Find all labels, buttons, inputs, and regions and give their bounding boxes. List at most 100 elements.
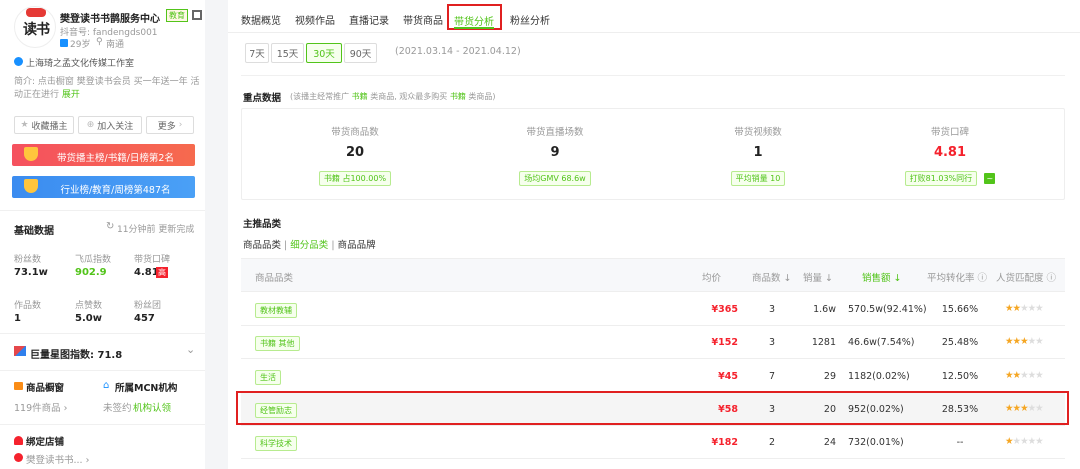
star-icon: ★ [1020,336,1028,347]
more-label: 更多 [157,121,176,132]
chevron-down-icon[interactable]: ⌄ [186,343,195,356]
divider [0,370,205,371]
tab-fans[interactable]: 粉丝分析 [510,12,550,27]
row-revenue: 952(0.02%) [848,404,904,415]
fans-value: 73.1w [14,267,48,278]
follow-button[interactable]: ⊕ 加入关注 [78,116,142,134]
row-price: ¥45 [718,371,738,382]
divider [0,333,205,334]
row-count: 3 [768,337,776,348]
likes-label: 点赞数 [75,301,103,311]
col-sales[interactable]: 销量 ↓ [803,270,833,284]
shop-window-value[interactable]: 119件商品 › [14,400,67,414]
row-count: 3 [768,304,776,315]
row-sales: 29 [823,371,836,382]
store-icon [14,436,23,445]
range-90d[interactable]: 90天 [344,43,377,63]
row-revenue: 1182(0.02%) [848,371,910,382]
row-conversion: 12.50% [941,371,979,382]
tab-videos[interactable]: 视频作品 [295,12,335,27]
update-status: 11分钟前 更新完成 [117,225,195,235]
category-tag-text: 教材教辅 [255,303,297,318]
edu-badge: 教育 [166,9,188,22]
star-icon: ★ [1020,370,1028,381]
col-category: 商品品类 [255,273,294,284]
category-tag[interactable]: 经管励志 [255,403,297,418]
subtab-subcategory[interactable]: 细分品类 [290,240,328,251]
shop-window-label: 商品橱窗 [26,383,65,394]
card-video-tag: 平均销量 10 [658,171,858,186]
star-icon: ★ [1035,436,1043,447]
range-7d[interactable]: 7天 [245,43,269,63]
col-revenue[interactable]: 销售额 ↓ [862,270,902,284]
row-price: ¥152 [711,337,738,348]
match-stars: ★★★★★ [1005,336,1044,347]
card-video-value: 1 [753,145,763,160]
tab-analysis-active[interactable]: 带货分析 [447,4,502,30]
card-koubei-tag: 打败81.03%同行 ~ [850,171,1050,186]
profile-location: 南通 [106,40,125,50]
tabs-divider [228,32,1080,33]
star-icon: ★ [1005,303,1013,314]
card-live-tag: 场均GMV 68.6w [455,171,655,186]
col-count-label: 商品数 [752,273,781,284]
star-icon: ★ [20,120,29,130]
more-button[interactable]: 更多 › [146,116,194,134]
key-data-title: 重点数据 [243,93,282,104]
card-goods-value: 20 [345,145,365,160]
tab-goods[interactable]: 带货商品 [403,12,443,27]
mcn-claim-link[interactable]: 机构认领 [133,400,171,414]
row-revenue: 570.5w(92.41%) [848,304,927,315]
tab-live[interactable]: 直播记录 [349,12,389,27]
fanclub-label: 粉丝团 [134,301,162,311]
refresh-icon[interactable]: ↻ [106,221,114,232]
intro-expand-link[interactable]: 展开 [62,90,80,100]
mcn-value: 未签约 [103,403,132,414]
rank-banner-goods-label: 带货播主榜/书籍/日榜第2名 [57,153,174,164]
subtab-sep: | [331,240,335,251]
rank-banner-industry[interactable]: 行业榜/教育/周榜第487名 [12,176,195,198]
help-icon[interactable]: ⓘ [1047,273,1057,284]
plus-icon: ⊕ [86,120,95,130]
row-conversion: 15.66% [941,304,979,315]
card-koubei-value: 4.81 [933,145,967,160]
rank-banner-goods[interactable]: 带货播主榜/书籍/日榜第2名 [12,144,195,166]
profile-sidebar: 读书 樊登读书书鹊服务中心 教育 抖音号: fandengds001 29岁 ⚲… [0,0,205,469]
row-price: ¥365 [711,304,738,315]
help-icon[interactable]: ⓘ [978,273,988,284]
shop-window-icon [14,382,23,390]
category-tag[interactable]: 书籍 其他 [255,336,300,351]
subtab-brand[interactable]: 商品品牌 [338,240,376,251]
subtab-category[interactable]: 商品品类 [243,240,281,251]
category-tag[interactable]: 科学技术 [255,436,297,451]
store-link[interactable]: 樊登读书书... › [26,452,89,466]
star-index-label: 巨量星图指数: 71.8 [30,350,123,361]
star-icon: ★ [1027,436,1036,447]
card-live-value: 9 [550,145,560,160]
star-icon: ★ [1020,403,1028,414]
favorite-button[interactable]: ★ 收藏播主 [14,116,74,134]
koubei-value: 4.81 [134,267,159,278]
row-count: 2 [768,437,776,448]
star-icon: ★ [1005,403,1013,414]
star-icon: ★ [1005,336,1013,347]
koubei-badge: 高 [156,267,168,278]
category-tag-text: 生活 [255,370,281,385]
col-conversion: 平均转化率 ⓘ [927,270,987,284]
row-count: 7 [768,371,776,382]
tab-overview[interactable]: 数据概览 [241,12,281,27]
trend-chart-icon[interactable]: ~ [984,172,996,184]
category-tag[interactable]: 教材教辅 [255,303,297,318]
star-icon: ★ [1020,303,1028,314]
range-15d[interactable]: 15天 [271,43,304,63]
col-count[interactable]: 商品数 ↓ [752,270,792,284]
desc-category-1: 书籍 [351,92,368,101]
category-tag[interactable]: 生活 [255,370,281,385]
favorite-label: 收藏播主 [31,121,68,132]
qrcode-icon[interactable] [192,10,202,20]
range-30d[interactable]: 30天 [306,43,342,63]
card-koubei-label: 带货口碑 [930,127,969,138]
star-icon: ★ [1027,303,1036,314]
bind-store-label: 绑定店铺 [26,437,65,448]
card-video-label: 带货视频数 [734,127,782,138]
